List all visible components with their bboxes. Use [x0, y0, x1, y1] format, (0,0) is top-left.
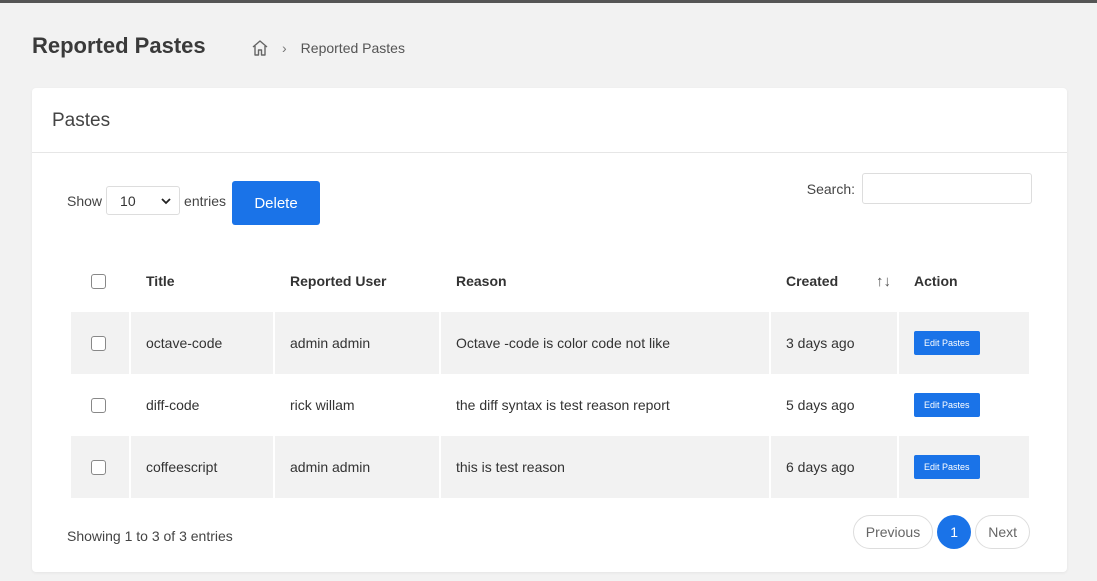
page-size-value: 10 — [120, 192, 136, 209]
show-label: Show — [67, 192, 103, 209]
cell-reason: Octave -code is color code not like — [441, 312, 769, 374]
previous-button[interactable]: Previous — [852, 515, 934, 549]
cell-title: diff-code — [146, 397, 200, 413]
table-row: octave-code admin admin Octave -code is … — [71, 312, 1029, 374]
search-input[interactable] — [862, 173, 1032, 204]
cell-reported-user: rick willam — [290, 397, 355, 413]
column-header-reason[interactable]: Reason — [441, 250, 769, 312]
search-label: Search: — [806, 180, 855, 197]
column-header-reported-user[interactable]: Reported User — [275, 250, 439, 312]
table-row: diff-code rick willam the diff syntax is… — [71, 374, 1029, 436]
page-size-select[interactable]: 10 — [106, 186, 181, 215]
home-icon[interactable] — [250, 38, 270, 58]
cell-action: Edit Pastes — [899, 374, 1029, 436]
breadcrumb: › Reported Pastes — [250, 38, 405, 58]
pastes-table: Title Reported User Reason Created ↑↓ Ac… — [69, 250, 1031, 498]
page-1-button[interactable]: 1 — [937, 515, 972, 549]
edit-pastes-button[interactable]: Edit Pastes — [914, 455, 980, 479]
pagination: Previous 1 Next — [852, 515, 1030, 549]
edit-pastes-button[interactable]: Edit Pastes — [914, 331, 980, 355]
cell-created: 3 days ago — [771, 312, 897, 374]
select-all-header — [71, 250, 129, 312]
table-row: coffeescript admin admin this is test re… — [71, 436, 1029, 498]
sort-icon: ↑↓ — [876, 272, 891, 290]
row-checkbox[interactable] — [91, 335, 106, 351]
row-checkbox[interactable] — [91, 459, 106, 475]
show-entries: Show 10 entries — [67, 186, 226, 215]
card-title: Pastes — [32, 88, 1067, 153]
entries-label: entries — [184, 192, 227, 209]
column-header-created-label: Created — [786, 272, 839, 289]
row-checkbox[interactable] — [91, 397, 106, 413]
delete-button[interactable]: Delete — [232, 181, 320, 225]
page-title: Reported Pastes — [32, 33, 206, 58]
breadcrumb-current: Reported Pastes — [300, 40, 405, 56]
row-select-cell — [71, 436, 129, 498]
table-info: Showing 1 to 3 of 3 entries — [67, 528, 233, 544]
cell-action: Edit Pastes — [899, 312, 1029, 374]
chevron-down-icon — [161, 197, 171, 204]
search: Search: — [807, 173, 1032, 204]
pastes-card: Pastes Show 10 entries Delete Search: Ti… — [32, 88, 1067, 572]
next-button[interactable]: Next — [975, 515, 1030, 549]
column-header-title[interactable]: Title — [131, 250, 273, 312]
cell-title: coffeescript — [131, 436, 273, 498]
select-all-checkbox[interactable] — [91, 273, 106, 289]
row-select-cell — [71, 374, 129, 436]
column-header-action: Action — [914, 273, 958, 289]
cell-action: Edit Pastes — [899, 436, 1029, 498]
edit-pastes-button[interactable]: Edit Pastes — [914, 393, 980, 417]
chevron-right-icon: › — [282, 40, 287, 56]
cell-reason: the diff syntax is test reason report — [456, 397, 670, 413]
row-select-cell — [71, 312, 129, 374]
cell-title: octave-code — [131, 312, 273, 374]
cell-created: 6 days ago — [771, 436, 897, 498]
column-header-created[interactable]: Created ↑↓ — [771, 250, 897, 312]
cell-created: 5 days ago — [786, 397, 855, 413]
cell-reported-user: admin admin — [275, 436, 439, 498]
cell-reason: this is test reason — [441, 436, 769, 498]
cell-reported-user: admin admin — [275, 312, 439, 374]
